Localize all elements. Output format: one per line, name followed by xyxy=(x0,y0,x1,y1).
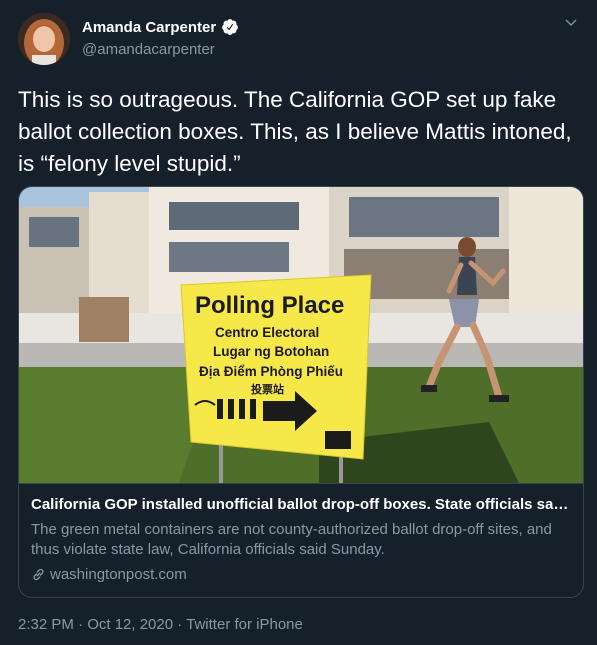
author-handle[interactable]: @amandacarpenter xyxy=(82,41,215,58)
tweet-timestamp[interactable]: 2:32 PM · Oct 12, 2020 · Twitter for iPh… xyxy=(18,616,303,633)
sign-line-4: 投票站 xyxy=(251,382,284,396)
sign-line-1: Centro Electoral xyxy=(215,325,319,340)
link-icon xyxy=(33,568,44,581)
avatar[interactable] xyxy=(18,13,70,65)
sign-line-2: Lugar ng Botohan xyxy=(213,344,329,359)
sign-title: Polling Place xyxy=(195,292,344,319)
tweet: Amanda Carpenter @amandacarpenter This i… xyxy=(0,0,597,645)
chevron-down-icon[interactable] xyxy=(563,15,579,31)
card-domain[interactable]: washingtonpost.com xyxy=(31,566,187,583)
tweet-header: Amanda Carpenter @amandacarpenter xyxy=(18,13,579,67)
card-domain-text: washingtonpost.com xyxy=(50,566,187,583)
card-title[interactable]: California GOP installed unofficial ball… xyxy=(31,496,571,513)
link-card[interactable]: Polling Place Centro Electoral Lugar ng … xyxy=(18,186,584,598)
verified-badge-icon xyxy=(222,19,239,35)
card-description: The green metal containers are not count… xyxy=(31,521,552,558)
sign-line-3: Địa Điểm Phòng Phiếu xyxy=(199,364,343,379)
card-image[interactable]: Polling Place Centro Electoral Lugar ng … xyxy=(19,187,583,483)
tweet-text: This is so outrageous. The California GO… xyxy=(18,87,572,176)
author-name-row: Amanda Carpenter xyxy=(82,18,239,36)
card-body[interactable]: California GOP installed unofficial ball… xyxy=(19,483,583,597)
author-name[interactable]: Amanda Carpenter xyxy=(82,19,216,36)
